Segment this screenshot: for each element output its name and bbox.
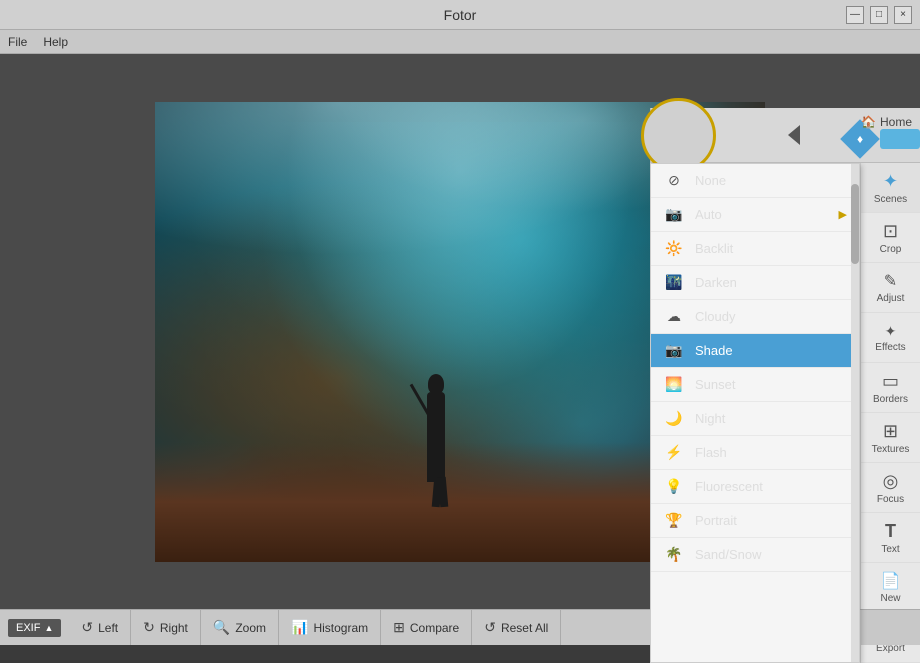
app-title: Fotor — [444, 7, 477, 23]
sidebar-new[interactable]: 📄 New — [861, 563, 920, 613]
histogram-button[interactable]: 📊 Histogram — [279, 610, 381, 645]
night-icon: 🌙 — [663, 408, 685, 430]
dropdown-item-cloudy[interactable]: ☁ Cloudy — [651, 300, 859, 334]
scrollbar[interactable] — [851, 164, 859, 662]
dropdown-item-shade[interactable]: 📷 Shade — [651, 334, 859, 368]
left-label: Left — [98, 621, 118, 635]
left-button[interactable]: ↺ Left — [69, 610, 131, 645]
cloudy-icon: ☁ — [663, 306, 685, 328]
dropdown-item-darken[interactable]: 🌃 Darken — [651, 266, 859, 300]
portrait-icon: 🏆 — [663, 510, 685, 532]
histogram-icon: 📊 — [291, 619, 308, 636]
none-icon: ⊘ — [663, 170, 685, 192]
sidebar-adjust[interactable]: ✎ Adjust — [861, 263, 920, 313]
dropdown-item-portrait[interactable]: 🏆 Portrait — [651, 504, 859, 538]
zoom-icon: 🔍 — [213, 619, 230, 636]
right-label: Right — [160, 621, 188, 635]
sidebar-borders[interactable]: ▭ Borders — [861, 363, 920, 413]
dropdown-item-none[interactable]: ⊘ None — [651, 164, 859, 198]
effects-icon: ✦ — [885, 323, 897, 340]
exif-arrow: ▲ — [44, 623, 53, 633]
minimize-button[interactable]: — — [846, 6, 864, 24]
reset-label: Reset All — [501, 621, 548, 635]
backlit-icon: 🔆 — [663, 238, 685, 260]
new-icon: 📄 — [881, 571, 901, 591]
text-icon: T — [885, 521, 896, 542]
left-rotate-icon: ↺ — [81, 619, 93, 636]
auto-arrow: ▶ — [839, 208, 847, 221]
scenes-dropdown: ⊘ None 📷 Auto ▶ 🔆 Backlit 🌃 Darken — [650, 163, 860, 663]
dropdown-item-night[interactable]: 🌙 Night — [651, 402, 859, 436]
arrow-icon — [788, 125, 800, 145]
sidebar-crop[interactable]: ⊡ Crop — [861, 213, 920, 263]
right-button[interactable]: ↻ Right — [131, 610, 201, 645]
window-controls: — □ × — [846, 6, 912, 24]
borders-icon: ▭ — [882, 371, 899, 392]
auto-icon: 📷 — [663, 204, 685, 226]
maximize-button[interactable]: □ — [870, 6, 888, 24]
adjust-icon: ✎ — [884, 271, 897, 291]
sidebar-textures[interactable]: ⊞ Textures — [861, 413, 920, 463]
menu-bar: File Help — [0, 30, 920, 54]
right-rotate-icon: ↻ — [143, 619, 155, 636]
right-panel: ♦ 🏠 Home ⊘ None 📷 Aut — [650, 108, 920, 663]
exif-button[interactable]: EXIF ▲ — [8, 619, 61, 637]
dropdown-item-auto[interactable]: 📷 Auto ▶ — [651, 198, 859, 232]
compare-button[interactable]: ⊞ Compare — [381, 610, 472, 645]
exif-label: EXIF — [16, 622, 40, 634]
histogram-label: Histogram — [313, 621, 368, 635]
top-right-area: ♦ 🏠 Home — [650, 108, 920, 163]
home-circle-highlight — [641, 98, 716, 173]
reset-icon: ↺ — [484, 619, 496, 636]
dropdown-item-sandsnow[interactable]: 🌴 Sand/Snow — [651, 538, 859, 572]
title-bar: Fotor — □ × — [0, 0, 920, 30]
crop-icon: ⊡ — [883, 221, 898, 242]
menu-help[interactable]: Help — [43, 35, 68, 49]
dropdown-item-sunset[interactable]: 🌅 Sunset — [651, 368, 859, 402]
close-button[interactable]: × — [894, 6, 912, 24]
compare-label: Compare — [410, 621, 459, 635]
sidebar-scenes[interactable]: ✦ Scenes — [861, 163, 920, 213]
focus-icon: ◎ — [883, 471, 899, 492]
sunset-icon: 🌅 — [663, 374, 685, 396]
scenes-icon: ✦ — [883, 171, 898, 192]
sidebar-focus[interactable]: ◎ Focus — [861, 463, 920, 513]
reset-button[interactable]: ↺ Reset All — [472, 610, 561, 645]
right-sidebar: ✦ Scenes ⊡ Crop ✎ Adjust ✦ Effects ▭ B — [860, 163, 920, 663]
scroll-thumb[interactable] — [851, 184, 859, 264]
sidebar-effects[interactable]: ✦ Effects — [861, 313, 920, 363]
zoom-button[interactable]: 🔍 Zoom — [201, 610, 279, 645]
dropdown-item-fluorescent[interactable]: 💡 Fluorescent — [651, 470, 859, 504]
home-icon: 🏠 — [861, 115, 876, 129]
dropdown-item-flash[interactable]: ⚡ Flash — [651, 436, 859, 470]
flash-icon: ⚡ — [663, 442, 685, 464]
shade-icon: 📷 — [663, 340, 685, 362]
darken-icon: 🌃 — [663, 272, 685, 294]
zoom-label: Zoom — [235, 621, 266, 635]
home-label: Home — [880, 115, 912, 129]
textures-icon: ⊞ — [883, 421, 898, 442]
dropdown-item-backlit[interactable]: 🔆 Backlit — [651, 232, 859, 266]
home-button[interactable]: 🏠 Home — [800, 108, 920, 136]
menu-file[interactable]: File — [8, 35, 27, 49]
sandsnow-icon: 🌴 — [663, 544, 685, 566]
sidebar-text[interactable]: T Text — [861, 513, 920, 563]
fluorescent-icon: 💡 — [663, 476, 685, 498]
compare-icon: ⊞ — [393, 619, 405, 636]
